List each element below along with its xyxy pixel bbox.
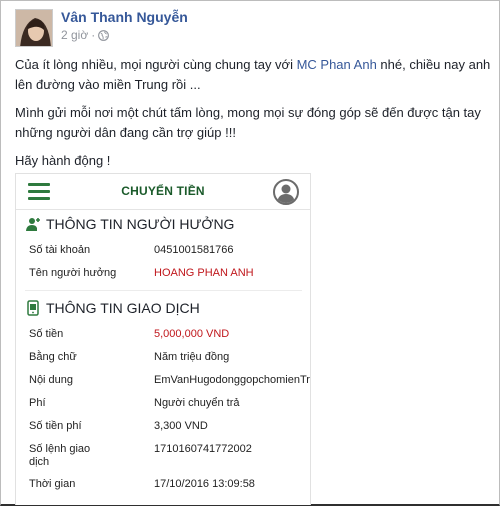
amount-words-label: Bằng chữ — [29, 351, 77, 363]
post-paragraph: Mình gửi mỗi nơi một chút tấm lòng, mong… — [15, 105, 481, 140]
fee-label: Phí — [29, 397, 46, 409]
post-meta: 2 giờ · — [61, 28, 110, 44]
transaction-id-value: 1710160741772002 — [154, 443, 252, 455]
transaction-id-label: Số lệnh giao dịch — [29, 443, 90, 469]
section-heading: THÔNG TIN NGƯỜI HƯỞNG — [46, 216, 235, 232]
fee-value: Người chuyển trả — [154, 397, 240, 409]
time-label: Thời gian — [29, 478, 76, 490]
app-header: CHUYỂN TIỀN — [16, 174, 310, 210]
section-heading: THÔNG TIN GIAO DỊCH — [46, 300, 200, 316]
author-avatar[interactable] — [15, 9, 53, 47]
fee-amount-label: Số tiền phí — [29, 420, 82, 432]
post-timestamp[interactable]: 2 giờ — [61, 28, 88, 42]
content-label: Nội dung — [29, 374, 74, 386]
label-line: Số lệnh giao — [29, 443, 91, 455]
app-title: CHUYỂN TIỀN — [121, 184, 205, 198]
paragraph-text: Của ít lòng nhiều, mọi người cùng chung … — [15, 57, 297, 72]
recipient-section-title: THÔNG TIN NGƯỜI HƯỞNG — [25, 216, 234, 236]
amount-words-value: Năm triệu đồng — [154, 351, 230, 363]
meta-separator: · — [91, 28, 96, 42]
facebook-post: Vân Thanh Nguyễn 2 giờ · Của ít lòng nhiề… — [0, 0, 500, 506]
account-number-label: Số tài khoản — [29, 244, 91, 256]
section-divider — [25, 290, 302, 291]
author-name[interactable]: Vân Thanh Nguyễn — [61, 9, 188, 25]
transfer-screenshot[interactable]: CHUYỂN TIỀN THÔNG TIN NGƯỜI HƯỞNG Số tài… — [15, 173, 311, 505]
amount-value: 5,000,000 VND — [154, 328, 230, 340]
phone-card-icon — [25, 300, 41, 319]
recipient-name-label: Tên người hưởng — [29, 267, 117, 279]
post-paragraph: Của ít lòng nhiều, mọi người cùng chung … — [15, 55, 491, 95]
user-avatar-icon — [273, 179, 299, 205]
transaction-section-title: THÔNG TIN GIAO DỊCH — [25, 300, 200, 320]
fee-amount-value: 3,300 VND — [154, 420, 208, 432]
content-value: EmVanHugodonggopchomienTrung — [154, 374, 311, 386]
time-value: 17/10/2016 13:09:58 — [154, 478, 255, 490]
account-number-value: 0451001581766 — [154, 244, 234, 256]
post-text: Của ít lòng nhiều, mọi người cùng chung … — [15, 55, 491, 179]
amount-label: Số tiền — [29, 328, 64, 340]
person-add-icon — [25, 216, 41, 235]
globe-icon[interactable] — [98, 30, 110, 44]
mention-link[interactable]: MC Phan Anh — [297, 57, 377, 72]
recipient-name-value: HOANG PHAN ANH — [154, 267, 254, 279]
post-paragraph: Hãy hành động ! — [15, 153, 111, 168]
label-line: dịch — [29, 456, 50, 468]
